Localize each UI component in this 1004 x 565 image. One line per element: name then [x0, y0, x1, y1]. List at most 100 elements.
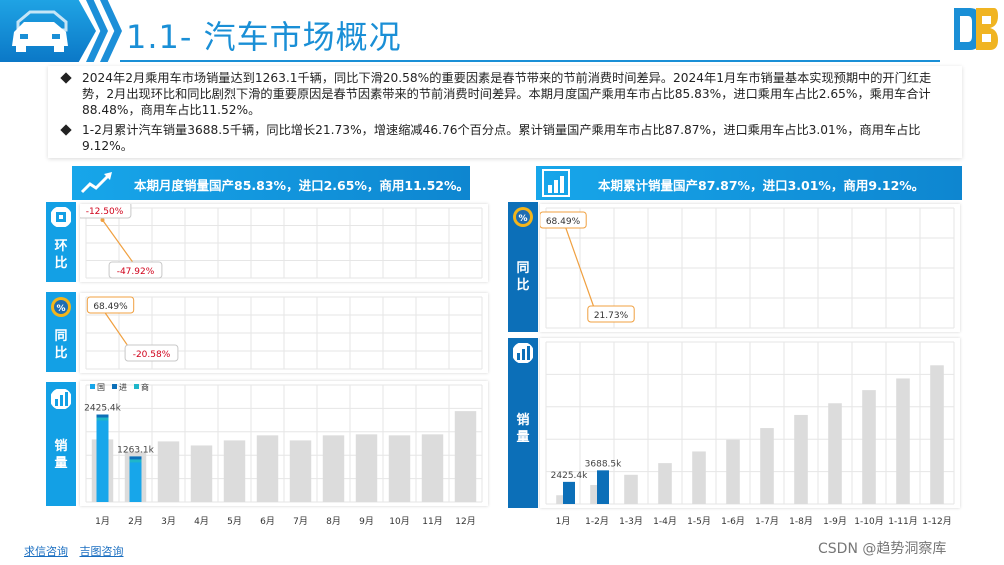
- tab-cumulative-yoy-label: 同比: [516, 261, 530, 293]
- right-banner: 本期累计销量国产87.87%，进口3.01%，商用9.12%。: [536, 166, 962, 200]
- percent-icon: %: [513, 207, 533, 227]
- bullet-diamond-icon: [60, 72, 72, 84]
- data-label: -12.50%: [86, 207, 124, 217]
- cumulative-sales-bar-chart: 2425.4k 3688.5k: [545, 341, 955, 505]
- sales-bar: [597, 470, 609, 504]
- placeholder-bar: [190, 445, 213, 502]
- x-tick-label: 1月: [95, 516, 110, 527]
- data-label: -20.58%: [133, 350, 171, 360]
- x-tick-label: 12月: [455, 516, 475, 527]
- car-icon: [12, 10, 68, 52]
- watermark: CSDN @趋势洞察库: [818, 541, 947, 557]
- placeholder-bar: [624, 474, 638, 504]
- x-tick-label: 5月: [227, 516, 242, 527]
- left-banner-text: 本期月度销量国产85.83%，进口2.65%，商用11.52%。: [134, 178, 469, 193]
- x-tick-label: 1-6月: [721, 516, 745, 527]
- placeholder-bar: [289, 440, 312, 502]
- x-tick-label: 3月: [161, 516, 176, 527]
- sales-bar: [129, 456, 142, 502]
- sales-bar-import: [129, 456, 142, 460]
- x-tick-label: 1-8月: [789, 516, 813, 527]
- header-underline: [120, 60, 940, 62]
- bar-total-label: 2425.4k: [551, 471, 588, 481]
- tab-sales-label: 销量: [54, 439, 68, 471]
- x-tick-label: 1-5月: [687, 516, 711, 527]
- footer-link-1[interactable]: 求信咨询: [24, 545, 68, 558]
- header: 1.1- 汽车市场概况: [0, 0, 1004, 64]
- legend-swatch: [90, 384, 95, 389]
- x-tick-label: 1-2月: [585, 516, 609, 527]
- cumulative-yoy-line-chart: 68.49% 21.73%: [539, 207, 955, 329]
- x-tick-label: 1-9月: [823, 516, 847, 527]
- legend-label: 进: [119, 383, 127, 392]
- placeholder-bar: [930, 365, 944, 504]
- x-tick-label: 1-12月: [922, 516, 951, 527]
- page-title: 1.1- 汽车市场概况: [126, 18, 402, 56]
- footer-link-2[interactable]: 吉图咨询: [80, 545, 124, 558]
- percent-icon: %: [51, 297, 71, 317]
- data-point: [100, 218, 105, 222]
- sales-bar-commercial: [129, 459, 142, 463]
- svg-text:%: %: [56, 304, 65, 314]
- bar-chart-icon: [513, 343, 533, 363]
- x-tick-label: 7月: [293, 516, 308, 527]
- placeholder-bar: [223, 440, 246, 502]
- x-tick-label: 2月: [128, 516, 143, 527]
- sales-x-axis: 1月 2月 3月 4月 5月 6月 7月 8月 9月 10月 11月 12月: [95, 516, 476, 527]
- bullet-diamond-icon: [60, 124, 72, 136]
- x-tick-label: 1-11月: [888, 516, 917, 527]
- sales-chart-panel: 2425.4k 1263.1k 国 进 商: [80, 381, 488, 506]
- right-banner-text: 本期累计销量国产87.87%，进口3.01%，商用9.12%。: [598, 178, 925, 193]
- legend-swatch: [112, 384, 117, 389]
- x-tick-label: 1-4月: [653, 516, 677, 527]
- tab-yoy-label: 同比: [54, 329, 68, 361]
- tab-cumulative-yoy: % 同比: [508, 202, 538, 332]
- x-tick-label: 10月: [389, 516, 409, 527]
- brand-logo: [954, 8, 998, 50]
- data-label: -47.92%: [117, 267, 155, 277]
- legend-swatch: [134, 384, 139, 389]
- placeholder-bar: [421, 434, 444, 502]
- yoy-chart-panel: 68.49% -20.58%: [80, 293, 488, 373]
- placeholder-bar: [322, 435, 345, 502]
- legend-label: 商: [141, 382, 149, 392]
- left-banner: 本期月度销量国产85.83%，进口2.65%，商用11.52%。: [72, 166, 470, 200]
- x-tick-label: 1月: [556, 516, 571, 527]
- sales-bar-commercial: [96, 417, 109, 421]
- yoy-line-chart: 68.49% -20.58%: [85, 296, 483, 370]
- placeholder-bar: [726, 439, 740, 504]
- data-label: 68.49%: [93, 302, 128, 312]
- data-label: 68.49%: [546, 217, 581, 227]
- placeholder-bar: [862, 390, 876, 504]
- placeholder-bar: [355, 434, 378, 502]
- bar-total-label: 3688.5k: [585, 459, 622, 469]
- x-tick-label: 1-7月: [755, 516, 779, 527]
- legend-label: 国: [97, 383, 105, 392]
- cumulative-yoy-panel: 68.49% 21.73%: [539, 204, 960, 332]
- placeholder-bar: [760, 428, 774, 504]
- tab-cumulative-sales-label: 销量: [516, 413, 530, 445]
- summary-bullet: 2024年2月乘用车市场销量达到1263.1千辆，同比下滑20.58%的重要因素…: [56, 70, 954, 118]
- placeholder-bar: [828, 403, 842, 504]
- svg-text:%: %: [518, 214, 527, 224]
- bar-chart-icon: [51, 389, 71, 409]
- sales-bar-chart: 2425.4k 1263.1k 国 进 商: [84, 382, 483, 503]
- data-label: 21.73%: [594, 311, 629, 321]
- placeholder-bar: [157, 441, 180, 502]
- summary-bullet: 1-2月累计汽车销量3688.5千辆，同比增长21.73%，增速缩减46.76个…: [56, 122, 954, 154]
- tab-mom-label: 环比: [54, 239, 68, 271]
- x-tick-label: 11月: [422, 516, 442, 527]
- placeholder-bar: [454, 411, 477, 502]
- cumulative-sales-x-axis: 1月 1-2月 1-3月 1-4月 1-5月 1-6月 1-7月 1-8月 1-9月 1-10月 1…: [556, 516, 952, 527]
- tab-mom: 环比: [46, 202, 76, 282]
- x-tick-label: 6月: [260, 516, 275, 527]
- tab-cumulative-sales: 销量: [508, 338, 538, 508]
- summary-box: 2024年2月乘用车市场销量达到1263.1千辆，同比下滑20.58%的重要因素…: [48, 66, 962, 158]
- bar-total-label: 1263.1k: [117, 445, 154, 455]
- x-tick-label: 4月: [194, 516, 209, 527]
- placeholder-bar: [896, 378, 910, 504]
- x-tick-label: 8月: [326, 516, 341, 527]
- sales-bar-import: [96, 414, 109, 418]
- placeholder-bar: [794, 414, 808, 504]
- x-tick-label: 1-10月: [854, 516, 883, 527]
